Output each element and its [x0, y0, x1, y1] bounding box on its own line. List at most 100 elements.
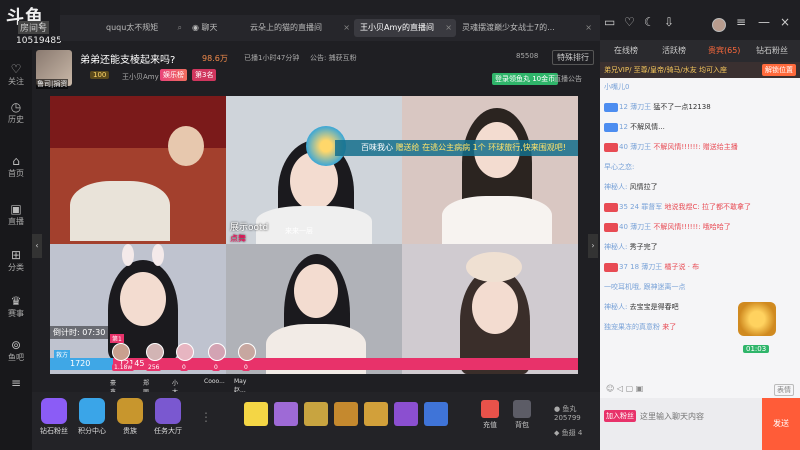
- close-icon[interactable]: ×: [780, 15, 790, 29]
- tab-active-rank[interactable]: 活跃榜: [662, 45, 686, 56]
- chat-message[interactable]: 早心之恋:: [604, 162, 792, 173]
- tile-title: 展示ootd: [230, 223, 269, 233]
- unlock-seat-button[interactable]: 解锁位置: [762, 64, 796, 76]
- volume-icon[interactable]: ◁: [617, 384, 626, 393]
- emoji-icon[interactable]: ☺: [606, 384, 617, 393]
- bag-icon: [513, 400, 531, 418]
- nav-item-home[interactable]: ⌂ 首页: [0, 152, 32, 186]
- user-level-badge: [604, 202, 618, 212]
- back-arrow-icon[interactable]: ‹: [38, 17, 44, 33]
- heart-icon[interactable]: ♡: [624, 15, 635, 29]
- chat-message[interactable]: 37 18 薄刀王 橘子说 · 布: [604, 262, 792, 273]
- menu-icon[interactable]: ≡: [736, 15, 746, 29]
- gift-item[interactable]: [334, 402, 358, 426]
- tile-subtitle: 点舞: [230, 234, 246, 243]
- gift-item[interactable]: [394, 402, 418, 426]
- trophy-icon: ♛: [10, 294, 22, 308]
- message-icon[interactable]: ▭: [604, 15, 615, 29]
- entertainment-rank-badge[interactable]: 娱乐榜: [160, 69, 187, 81]
- send-button[interactable]: 发送: [762, 398, 800, 450]
- chat-message[interactable]: 40 薄刀王 不解风情!!!!!!: 赠送给主播: [604, 142, 792, 153]
- chat-text: 不解风情!!!!!!: 哦哈哈了: [653, 223, 731, 231]
- tab-diamond-fans[interactable]: 钻石粉丝: [756, 45, 788, 56]
- chat-username[interactable]: 小嘴儿0: [604, 83, 629, 91]
- chat-text: 橘子说 · 布: [664, 263, 700, 271]
- recharge-button[interactable]: 充值: [476, 400, 504, 436]
- chat-text: 去宝宝是得春吧: [629, 303, 679, 311]
- close-icon[interactable]: ×: [445, 19, 452, 37]
- gift-icon[interactable]: ▢: [626, 384, 636, 393]
- live-duration: 已播1小时47分钟: [244, 54, 300, 62]
- tab-ququ[interactable]: ququ太不规矩 ⌕: [100, 19, 186, 37]
- chat-text: 不解风情...: [630, 123, 665, 131]
- gift-item[interactable]: [364, 402, 388, 426]
- tab-vip[interactable]: 贵宾(65): [708, 45, 740, 56]
- chat-message[interactable]: 40 薄刀王 不解风情!!!!!!: 哦哈哈了: [604, 222, 792, 233]
- tab-cloud-cat[interactable]: 云朵上的猫的直播间 ×: [244, 19, 354, 37]
- close-icon[interactable]: ×: [343, 19, 350, 37]
- treasure-chest-icon[interactable]: [738, 302, 776, 336]
- contributor-avatar[interactable]: [146, 343, 164, 361]
- brand-logo[interactable]: 斗鱼 房间号 10519485: [0, 0, 62, 50]
- chat-username[interactable]: 一咬耳机哦, 跟神迷离一点: [604, 283, 685, 291]
- nav-item-live[interactable]: ▣ 直播: [0, 200, 32, 234]
- task-hall-button[interactable]: 任务大厅: [150, 398, 186, 446]
- nav-item-follow[interactable]: ♡ 关注: [0, 60, 32, 94]
- minimize-icon[interactable]: —: [758, 15, 770, 29]
- person-face: [472, 280, 518, 334]
- chat-message[interactable]: 12 薄刀王 猛不了一点12138: [604, 102, 792, 113]
- nav-item-history[interactable]: ◷ 历史: [0, 98, 32, 132]
- tab-bar: ququ太不规矩 ⌕ ◉ 聊天 云朵上的猫的直播间 × 王小贝Amy的直播间 ×…: [60, 15, 600, 41]
- contributor-avatar[interactable]: [176, 343, 194, 361]
- login-reward-button[interactable]: 登录领鱼丸 10金币: [492, 73, 559, 85]
- chat-username[interactable]: 神秘人:: [604, 303, 627, 311]
- user-level-badge: [604, 142, 618, 152]
- gift-broadcast-banner[interactable]: 百味我心 赠送给 在逃公主病病 1个 环球旅行,快来围观吧!: [335, 140, 578, 156]
- fan-icon[interactable]: ▣: [636, 384, 644, 393]
- chat-username[interactable]: 神秘人:: [604, 183, 627, 191]
- chat-message[interactable]: 神秘人: 秀子完了: [604, 242, 792, 253]
- chat-message-list[interactable]: 小嘴儿0 12 薄刀王 猛不了一点12138 12 不解风情... 40 薄刀王 不…: [600, 82, 796, 382]
- emoji-badge[interactable]: 表情: [774, 384, 794, 396]
- tab-soul-ferry[interactable]: 灵魂摆渡巅少女战士7的... ×: [456, 19, 596, 37]
- download-icon[interactable]: ⇩: [664, 15, 674, 29]
- nav-item-events[interactable]: ♛ 赛事: [0, 292, 32, 326]
- close-icon[interactable]: ×: [585, 19, 592, 37]
- chat-input[interactable]: [640, 408, 756, 424]
- tab-online-rank[interactable]: 在线榜: [614, 45, 638, 56]
- nav-item-fishbar[interactable]: ⊚ 鱼吧: [0, 336, 32, 370]
- video-player[interactable]: 百味我心 赠送给 在逃公主病病 1个 环球旅行,快来围观吧! 展示ootd 点舞…: [50, 96, 578, 374]
- anchor-name[interactable]: 王小贝Amy: [122, 72, 159, 82]
- tab-amy-room[interactable]: 王小贝Amy的直播间 ×: [354, 19, 456, 37]
- nav-item-category[interactable]: ⊞ 分类: [0, 246, 32, 280]
- points-center-button[interactable]: 积分中心: [74, 398, 110, 446]
- bag-button[interactable]: 背包: [508, 400, 536, 436]
- tab-chat[interactable]: ◉ 聊天: [186, 19, 244, 37]
- chat-message[interactable]: 12 不解风情...: [604, 122, 792, 133]
- chat-message[interactable]: 神秘人: 风情拉了: [604, 182, 792, 193]
- chat-message[interactable]: 一咬耳机哦, 跟神迷离一点: [604, 282, 792, 293]
- gift-item[interactable]: [244, 402, 268, 426]
- contributor-avatar[interactable]: [208, 343, 226, 361]
- chat-username[interactable]: 神秘人:: [604, 243, 627, 251]
- chat-username[interactable]: 早心之恋:: [604, 163, 634, 171]
- contributor-avatar[interactable]: [238, 343, 256, 361]
- noble-button[interactable]: 贵族: [112, 398, 148, 446]
- ranking-button[interactable]: 特殊排行: [552, 50, 594, 65]
- gift-item[interactable]: [274, 402, 298, 426]
- collapse-right-arrow[interactable]: ›: [588, 234, 598, 258]
- gift-item[interactable]: [424, 402, 448, 426]
- diamond-fan-button[interactable]: 钻石粉丝: [36, 398, 72, 446]
- nav-item-more[interactable]: ≡: [0, 374, 32, 408]
- contributor-value: 256: [146, 364, 162, 371]
- moon-icon[interactable]: ☾: [644, 15, 655, 29]
- chat-message[interactable]: 35 24 罪督军 地说我煜C: 拉了都不敢拿了: [604, 202, 792, 213]
- join-fan-badge[interactable]: 加入粉丝: [604, 410, 636, 422]
- chat-username[interactable]: 独宠果冻的真意粉: [604, 323, 660, 331]
- announcement-button[interactable]: 直播公告: [554, 74, 582, 84]
- avatar[interactable]: [712, 18, 726, 32]
- gift-item[interactable]: [304, 402, 328, 426]
- contributor-avatar[interactable]: [112, 343, 130, 361]
- chat-message[interactable]: 小嘴儿0: [604, 82, 792, 93]
- collapse-left-arrow[interactable]: ‹: [32, 234, 42, 258]
